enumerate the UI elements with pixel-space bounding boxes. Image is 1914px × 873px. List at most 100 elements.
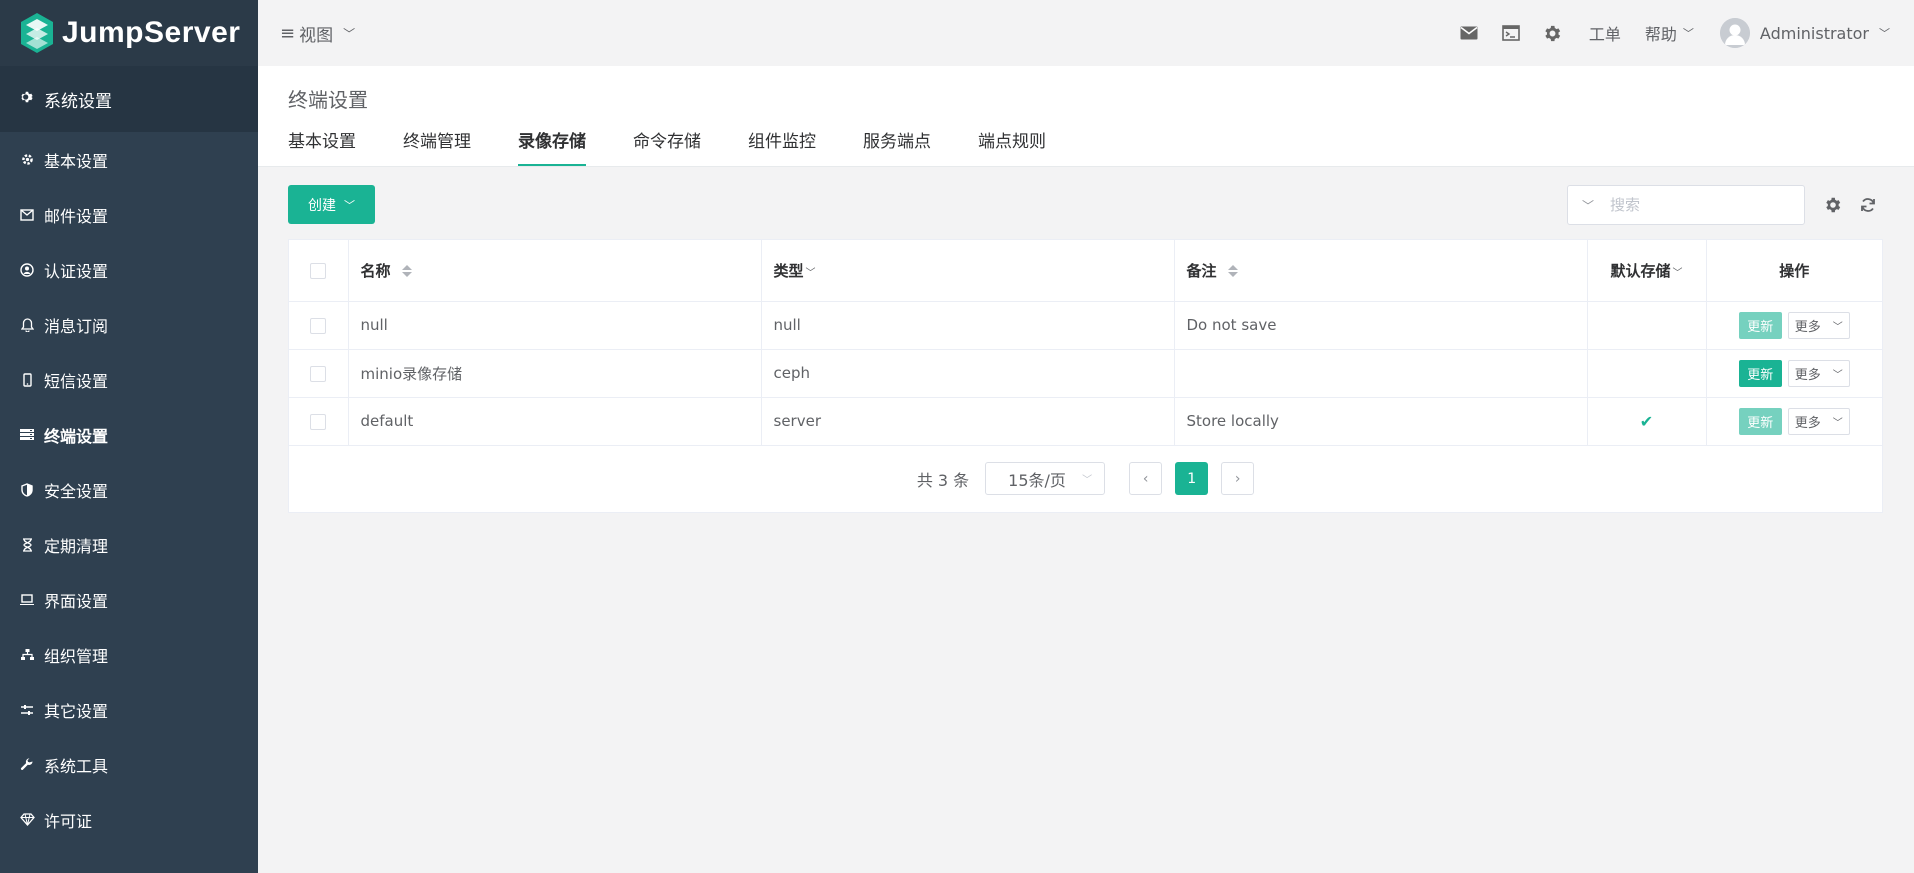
chevron-down-icon: ﹀: [344, 199, 355, 212]
sidebar-item-label: 邮件设置: [44, 206, 109, 226]
envelope-icon[interactable]: [1457, 21, 1481, 45]
user-name: Administrator: [1759, 23, 1869, 43]
search-input[interactable]: [1610, 196, 1781, 214]
cell-actions: 更新 更多 ﹀: [1706, 349, 1882, 398]
sidebar-item-org[interactable]: 组织管理: [0, 627, 258, 682]
row-checkbox[interactable]: [310, 365, 327, 382]
cell-comment: Store locally: [1174, 397, 1588, 446]
sliders-icon: [18, 703, 36, 717]
tab-command-storage[interactable]: 命令存储: [633, 127, 701, 166]
column-settings-gear-icon[interactable]: [1823, 195, 1843, 215]
more-dropdown[interactable]: 更多 ﹀: [1787, 311, 1850, 339]
sidebar-item-label: 基本设置: [44, 151, 109, 171]
header-comment[interactable]: 备注: [1174, 240, 1588, 302]
cell-type: server: [761, 397, 1175, 446]
select-all-checkbox[interactable]: [310, 262, 327, 279]
sort-icon[interactable]: [401, 265, 412, 278]
more-dropdown[interactable]: 更多 ﹀: [1787, 359, 1850, 387]
create-button[interactable]: 创建 ﹀: [288, 185, 375, 224]
gear-icon: [20, 89, 34, 109]
update-button[interactable]: 更新: [1738, 407, 1782, 435]
check-icon: ✔: [1639, 411, 1654, 431]
cell-comment: [1174, 349, 1588, 398]
next-page-button[interactable]: ›: [1221, 462, 1255, 495]
more-label: 更多: [1794, 415, 1821, 431]
sidebar: JumpServer 系统设置 基本设置 邮件设置 认证设置 消息订阅 短信设置: [0, 0, 258, 873]
page-number-current[interactable]: 1: [1175, 462, 1209, 495]
sidebar-item-license[interactable]: 许可证: [0, 792, 258, 847]
tab-endpoint-rules[interactable]: 端点规则: [978, 127, 1046, 166]
row-checkbox[interactable]: [310, 317, 327, 334]
brand-name: JumpServer: [62, 16, 241, 49]
refresh-icon[interactable]: [1858, 195, 1878, 215]
chevron-down-icon: ﹀: [1879, 27, 1890, 40]
row-select-cell: [289, 397, 349, 446]
row-checkbox[interactable]: [310, 413, 327, 430]
top-right-tools: 工单 帮助 ﹀ Administrator ﹀: [1439, 18, 1914, 48]
logo[interactable]: JumpServer: [0, 0, 258, 66]
sidebar-item-email[interactable]: 邮件设置: [0, 187, 258, 242]
sidebar-item-cleanup[interactable]: 定期清理: [0, 517, 258, 572]
sidebar-item-security[interactable]: 安全设置: [0, 462, 258, 517]
search-box[interactable]: ﹀: [1567, 185, 1805, 225]
tab-bar: 基本设置 终端管理 录像存储 命令存储 组件监控 服务端点 端点规则: [288, 127, 1093, 166]
tab-basic[interactable]: 基本设置: [288, 127, 356, 166]
help-menu[interactable]: 帮助 ﹀: [1645, 21, 1694, 45]
header-default-label: 默认存储: [1610, 261, 1671, 280]
header-default[interactable]: 默认存储 ﹀: [1587, 240, 1707, 302]
update-button[interactable]: 更新: [1738, 311, 1782, 339]
help-menu-label: 帮助: [1644, 25, 1677, 44]
view-menu-label: 视图: [299, 25, 334, 46]
cell-name: minio录像存储: [348, 349, 762, 398]
update-button[interactable]: 更新: [1738, 359, 1782, 387]
chevron-down-icon[interactable]: ﹀: [1582, 197, 1594, 214]
tab-component-monitor[interactable]: 组件监控: [748, 127, 816, 166]
tab-endpoints[interactable]: 服务端点: [863, 127, 931, 166]
hamburger-icon: ≡: [280, 22, 296, 44]
sidebar-item-interface[interactable]: 界面设置: [0, 572, 258, 627]
sidebar-item-tools[interactable]: 系统工具: [0, 737, 258, 792]
sidebar-item-label: 组织管理: [44, 646, 109, 666]
header-name[interactable]: 名称: [348, 240, 762, 302]
sort-icon[interactable]: [1227, 265, 1238, 278]
sidebar-item-message[interactable]: 消息订阅: [0, 297, 258, 352]
bell-icon: [18, 317, 36, 332]
sidebar-item-basic[interactable]: 基本设置: [0, 132, 258, 187]
tab-replay-storage[interactable]: 录像存储: [518, 127, 586, 166]
storage-table: 名称 类型 ﹀ 备注 默认存储 ﹀ 操作 null null Do not sa…: [288, 239, 1883, 513]
more-dropdown[interactable]: 更多 ﹀: [1787, 407, 1850, 435]
ticket-link[interactable]: 工单: [1589, 21, 1621, 45]
settings-gear-icon[interactable]: [1541, 21, 1565, 45]
sidebar-item-auth[interactable]: 认证设置: [0, 242, 258, 297]
header-select-all: [289, 240, 349, 302]
cell-default: [1587, 301, 1707, 350]
filter-chevron-icon[interactable]: ﹀: [1673, 268, 1683, 279]
sidebar-item-label: 界面设置: [44, 591, 109, 611]
cell-default: [1587, 349, 1707, 398]
sidebar-item-label: 短信设置: [44, 371, 109, 391]
view-menu[interactable]: ≡ 视图 ﹀: [280, 21, 355, 46]
header-name-label: 名称: [360, 261, 391, 280]
tab-terminal-management[interactable]: 终端管理: [403, 127, 471, 166]
sidebar-item-label: 定期清理: [44, 536, 109, 556]
sidebar-item-label: 系统工具: [44, 756, 109, 776]
header-type[interactable]: 类型 ﹀: [761, 240, 1175, 302]
filter-chevron-icon[interactable]: ﹀: [806, 268, 816, 279]
row-select-cell: [289, 349, 349, 398]
user-menu[interactable]: Administrator ﹀: [1760, 24, 1890, 43]
table-row: minio录像存储 ceph 更新 更多 ﹀: [289, 349, 1882, 398]
sidebar-item-terminal[interactable]: 终端设置: [0, 407, 258, 462]
sidebar-section-title[interactable]: 系统设置: [0, 66, 258, 132]
sidebar-item-other[interactable]: 其它设置: [0, 682, 258, 737]
hourglass-icon: [18, 537, 36, 552]
sidebar-item-sms[interactable]: 短信设置: [0, 352, 258, 407]
cell-type: ceph: [761, 349, 1175, 398]
terminal-icon[interactable]: [1499, 21, 1523, 45]
cell-actions: 更新 更多 ﹀: [1706, 397, 1882, 446]
table-header-row: 名称 类型 ﹀ 备注 默认存储 ﹀ 操作: [289, 240, 1882, 302]
prev-page-button[interactable]: ‹: [1129, 462, 1163, 495]
sidebar-item-label: 其它设置: [44, 701, 109, 721]
avatar[interactable]: [1719, 18, 1750, 48]
page-size-select[interactable]: 15条/页 ﹀: [985, 462, 1106, 495]
chevron-down-icon: ﹀: [1832, 417, 1843, 429]
